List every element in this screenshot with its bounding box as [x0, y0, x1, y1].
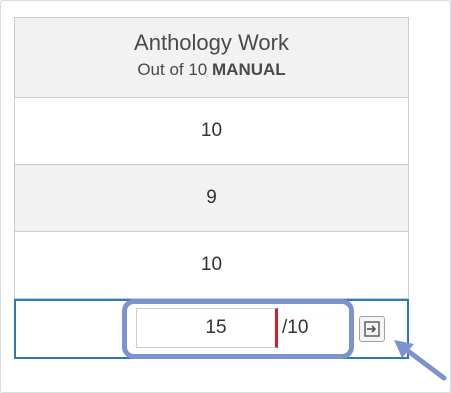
grade-value: 9	[206, 187, 217, 208]
grade-value: 10	[200, 254, 223, 275]
arrow-into-box-icon	[364, 321, 380, 337]
column-subtitle: Out of 10 MANUAL	[15, 60, 408, 80]
editing-grade-cell[interactable]: /10	[14, 299, 409, 359]
annotation-highlight-box	[122, 299, 354, 359]
points-possible: Out of 10	[137, 60, 208, 79]
grade-value: 10	[200, 120, 223, 141]
annotation-arrow-icon	[394, 340, 447, 381]
column-title: Anthology Work	[134, 30, 289, 55]
grade-cell[interactable]: 10	[15, 98, 408, 165]
gradebook-panel: Anthology Work Out of 10 MANUAL 10 9 10 …	[0, 0, 451, 393]
grading-mode: MANUAL	[212, 60, 286, 79]
grade-cell[interactable]: 10	[15, 232, 408, 299]
column-header[interactable]: Anthology Work Out of 10 MANUAL	[15, 17, 408, 98]
submit-grade-button[interactable]	[359, 316, 385, 342]
grade-cell[interactable]: 9	[15, 165, 408, 232]
gradebook-column: Anthology Work Out of 10 MANUAL 10 9 10 …	[14, 17, 409, 359]
